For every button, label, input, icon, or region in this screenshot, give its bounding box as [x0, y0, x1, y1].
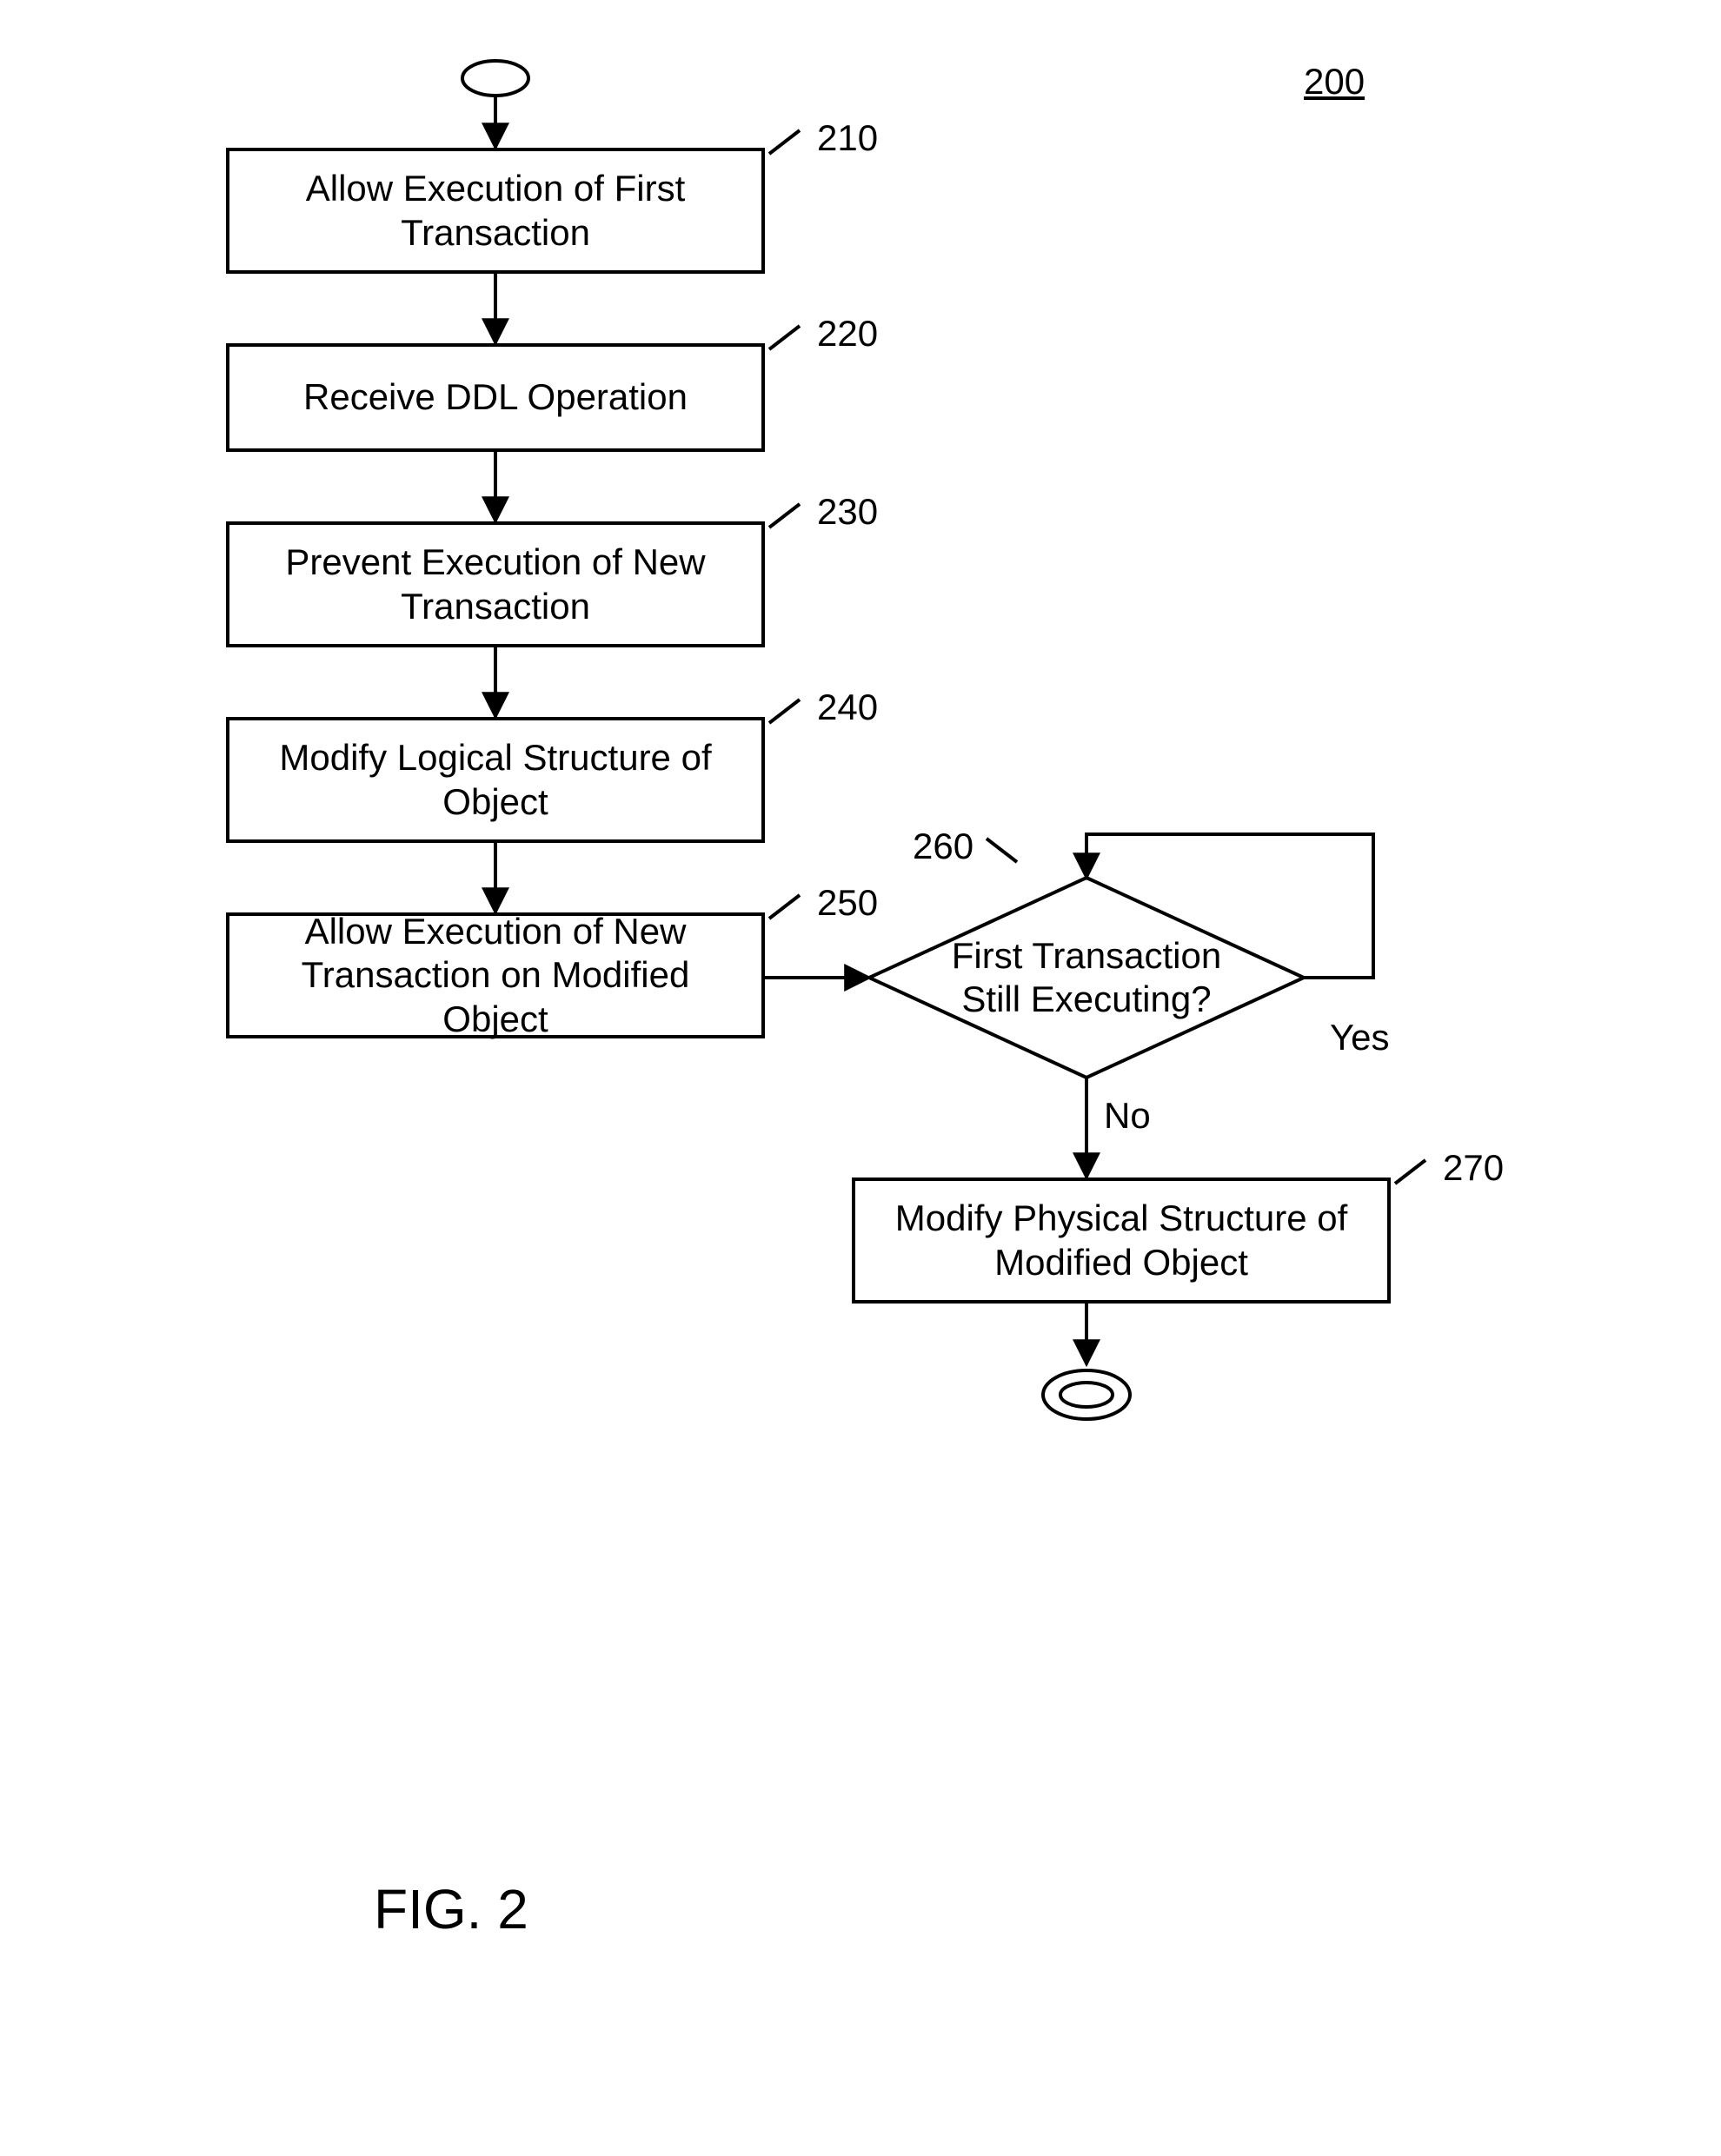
end-terminator-inner	[1060, 1383, 1113, 1407]
figure-label: FIG. 2	[374, 1877, 528, 1941]
process-220: Receive DDL Operation	[226, 343, 765, 452]
ref-260: 260	[913, 826, 1026, 867]
ref-210: 210	[765, 117, 878, 159]
process-210: Allow Execution of FirstTransaction	[226, 148, 765, 274]
end-terminator-outer	[1043, 1370, 1130, 1419]
process-220-text: Receive DDL Operation	[303, 375, 688, 419]
process-240-text: Modify Logical Structure ofObject	[279, 736, 711, 824]
flowchart-canvas: 200 Allow Execution of FirstTransaction …	[0, 0, 1721, 2156]
process-250-text: Allow Execution of NewTransaction on Mod…	[247, 910, 744, 1041]
process-240: Modify Logical Structure ofObject	[226, 717, 765, 843]
ref-220: 220	[765, 313, 878, 355]
process-270-text: Modify Physical Structure ofModified Obj…	[895, 1197, 1348, 1284]
ref-250: 250	[765, 882, 878, 924]
process-230-text: Prevent Execution of NewTransaction	[285, 541, 705, 628]
edge-label-yes: Yes	[1330, 1017, 1390, 1058]
process-270: Modify Physical Structure ofModified Obj…	[852, 1178, 1391, 1304]
ref-240: 240	[765, 687, 878, 728]
start-terminator	[462, 61, 528, 96]
edge-label-no: No	[1104, 1095, 1151, 1137]
decision-260: First TransactionStill Executing?	[869, 878, 1304, 1078]
process-250: Allow Execution of NewTransaction on Mod…	[226, 912, 765, 1038]
ref-270: 270	[1391, 1147, 1504, 1189]
process-210-text: Allow Execution of FirstTransaction	[306, 167, 686, 255]
ref-230: 230	[765, 491, 878, 533]
decision-260-text: First TransactionStill Executing?	[952, 934, 1221, 1022]
process-230: Prevent Execution of NewTransaction	[226, 521, 765, 647]
figure-reference-number: 200	[1304, 61, 1365, 103]
